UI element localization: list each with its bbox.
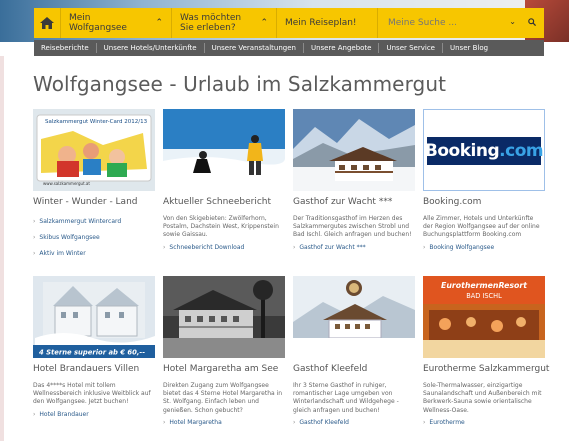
- subnav-veranstaltungen[interactable]: Unsere Veranstaltungen: [205, 43, 304, 53]
- card-link[interactable]: › Booking Wolfgangsee: [423, 244, 545, 252]
- subnav-blog[interactable]: Unser Blog: [443, 43, 495, 53]
- card-link[interactable]: › Gasthof zur Wacht ***: [293, 244, 415, 252]
- card-image[interactable]: EurothermenResort BAD ISCHL: [423, 276, 545, 358]
- nav-label: Mein Wolfgangsee: [69, 13, 127, 33]
- card-links: › Booking Wolfgangsee: [423, 244, 545, 252]
- card-links: › Eurotherme: [423, 419, 545, 427]
- card-booking: Booking.com Booking.com Alle Zimmer, Hot…: [423, 109, 545, 260]
- page-border: [0, 56, 4, 441]
- nav-label: Was möchten Sie erleben?: [180, 13, 242, 33]
- card-link[interactable]: › Skibus Wolfgangsee: [33, 234, 155, 242]
- home-icon: [40, 14, 54, 33]
- card-winter: Salzkammergut Winter-Card 2012/13 www.sa…: [33, 109, 155, 266]
- card-link[interactable]: › Gasthof Kleefeld: [293, 419, 415, 427]
- card-links: › Hotel Margaretha: [163, 419, 285, 427]
- card-image[interactable]: [293, 276, 415, 358]
- eurotherme-logo: EurothermenResort: [441, 281, 527, 290]
- chevron-down-icon[interactable]: ⌄: [509, 17, 516, 26]
- card-image[interactable]: 4 Sterne superior ab € 60,--: [33, 276, 155, 358]
- subnav-service[interactable]: Unser Service: [379, 43, 443, 53]
- subnav-hotels[interactable]: Unsere Hotels/Unterkünfte: [97, 43, 205, 53]
- card-title[interactable]: Aktueller Schneebericht: [163, 197, 285, 208]
- card-gasthof-wacht: Gasthof zur Wacht *** Der Traditionsgast…: [293, 109, 415, 260]
- card-links: › Gasthof Kleefeld: [293, 419, 415, 427]
- card-title[interactable]: Hotel Brandauers Villen: [33, 364, 155, 375]
- subnav-angebote[interactable]: Unsere Angebote: [304, 43, 380, 53]
- card-description: Direkten Zugang zum Wolfgangsee bietet d…: [163, 382, 283, 414]
- eurotherme-subtitle: BAD ISCHL: [466, 292, 502, 300]
- nav-label: Mein Reiseplan!: [285, 18, 357, 28]
- search-icon: [528, 18, 536, 26]
- subnav-reiseberichte[interactable]: Reiseberichte: [34, 43, 97, 53]
- main-navigation: Mein Wolfgangsee ⌃ Was möchten Sie erleb…: [34, 8, 544, 38]
- card-description: Sole-Thermalwasser, einzigartige Saunala…: [423, 382, 542, 414]
- card-description: Alle Zimmer, Hotels und Unterkünfte der …: [423, 215, 540, 239]
- card-links: › Hotel Brandauer: [33, 411, 155, 419]
- search-box: ⌄: [378, 8, 544, 38]
- card-margaretha: Hotel Margaretha am See Direkten Zugang …: [163, 276, 285, 435]
- nav-mein-wolfgangsee[interactable]: Mein Wolfgangsee ⌃: [61, 8, 172, 38]
- card-image[interactable]: Booking.com: [423, 109, 545, 191]
- card-title[interactable]: Hotel Margaretha am See: [163, 364, 285, 375]
- card-image[interactable]: [163, 109, 285, 191]
- card-title[interactable]: Gasthof zur Wacht ***: [293, 197, 415, 208]
- card-description: Das 4****s Hotel mit tollem Wellnessbere…: [33, 382, 151, 406]
- card-description: Der Traditionsgasthof im Herzen des Salz…: [293, 215, 412, 239]
- card-title[interactable]: Gasthof Kleefeld: [293, 364, 415, 375]
- card-title[interactable]: Booking.com: [423, 197, 545, 208]
- card-link[interactable]: › Aktiv im Winter: [33, 250, 155, 258]
- card-link[interactable]: › Salzkammergut Wintercard: [33, 218, 155, 226]
- card-title[interactable]: Eurotherme Salzkammergut: [423, 364, 549, 375]
- card-link[interactable]: › Eurotherme: [423, 419, 545, 427]
- card-link[interactable]: › Schneebericht Download: [163, 244, 285, 252]
- nav-erleben[interactable]: Was möchten Sie erleben? ⌃: [172, 8, 277, 38]
- card-description: Von den Skigebieten: Zwölferhorn, Postal…: [163, 215, 279, 239]
- card-links: › Salzkammergut Wintercard › Skibus Wolfga…: [33, 218, 155, 258]
- hotel-offer-text: 4 Sterne superior ab € 60,--: [39, 349, 145, 357]
- card-link[interactable]: › Hotel Brandauer: [33, 411, 155, 419]
- card-links: › Gasthof zur Wacht ***: [293, 244, 415, 252]
- chevron-up-icon: ⌃: [260, 18, 268, 28]
- card-eurotherme: EurothermenResort BAD ISCHL Eurotherme S…: [423, 276, 549, 435]
- chevron-up-icon: ⌃: [155, 18, 163, 28]
- home-button[interactable]: [34, 8, 61, 38]
- card-brandauer: 4 Sterne superior ab € 60,-- Hotel Brand…: [33, 276, 155, 427]
- page-title: Wolfgangsee - Urlaub im Salzkammergut: [33, 72, 447, 96]
- card-title[interactable]: Winter - Wunder - Land: [33, 197, 155, 208]
- card-kleefeld: Gasthof Kleefeld Ihr 3 Sterne Gasthof in…: [293, 276, 415, 435]
- card-image[interactable]: [163, 276, 285, 358]
- wintercard-url: www.salzkammergut.at: [43, 181, 90, 186]
- search-input[interactable]: [388, 18, 498, 28]
- card-links: › Schneebericht Download: [163, 244, 285, 252]
- search-button[interactable]: [524, 14, 540, 30]
- sub-navigation: Reiseberichte Unsere Hotels/Unterkünfte …: [34, 40, 544, 56]
- booking-logo: Booking.com: [424, 141, 544, 161]
- card-description: Ihr 3 Sterne Gasthof in ruhiger, romanti…: [293, 382, 399, 414]
- nav-reiseplan[interactable]: Mein Reiseplan!: [277, 8, 378, 38]
- card-schneebericht: Aktueller Schneebericht Von den Skigebie…: [163, 109, 285, 260]
- card-image[interactable]: Salzkammergut Winter-Card 2012/13 www.sa…: [33, 109, 155, 191]
- wintercard-title: Salzkammergut Winter-Card 2012/13: [45, 119, 148, 125]
- card-image[interactable]: [293, 109, 415, 191]
- card-link[interactable]: › Hotel Margaretha: [163, 419, 285, 427]
